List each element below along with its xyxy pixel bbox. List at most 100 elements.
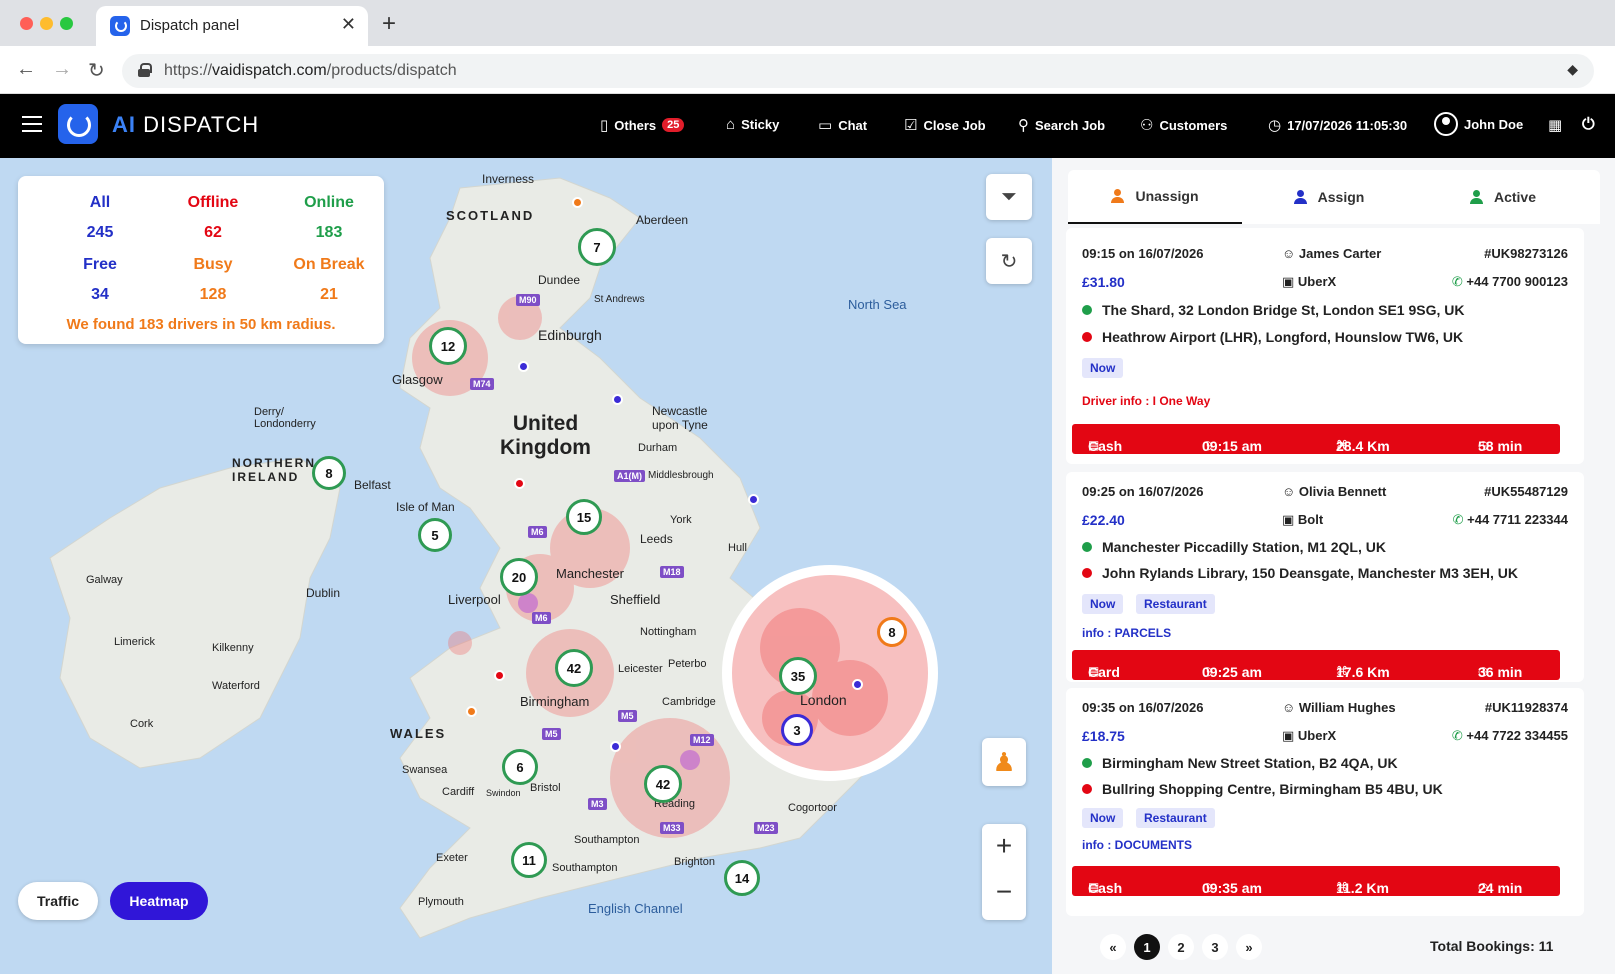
driver-marker[interactable] bbox=[466, 706, 477, 717]
driver-cluster[interactable]: 11 bbox=[511, 842, 547, 878]
tab-active[interactable]: Active bbox=[1416, 170, 1590, 224]
map-label-liverpool: Liverpool bbox=[448, 592, 501, 607]
road-m18: M18 bbox=[660, 566, 684, 578]
calculator-icon[interactable]: ▦ bbox=[1548, 116, 1562, 134]
map-label-isle-of-man: Isle of Man bbox=[396, 500, 455, 514]
driver-marker[interactable] bbox=[518, 361, 529, 372]
road-m90: M90 bbox=[516, 294, 540, 306]
driver-cluster-purple[interactable]: 3 bbox=[781, 714, 813, 746]
user-menu[interactable]: John Doe bbox=[1434, 112, 1523, 136]
booking-phone[interactable]: ✆ +44 7722 334455 bbox=[1452, 728, 1568, 744]
stat-online-label[interactable]: Online bbox=[274, 194, 384, 212]
stat-busy-label[interactable]: Busy bbox=[158, 256, 268, 274]
pagination-page-1[interactable]: 1 bbox=[1134, 934, 1160, 960]
driver-cluster-orange[interactable]: 8 bbox=[877, 617, 907, 647]
pagination-first-button[interactable]: « bbox=[1100, 934, 1126, 960]
person-icon: ☺ bbox=[1282, 484, 1299, 499]
menu-chat[interactable]: ▭ Chat bbox=[818, 116, 867, 134]
driver-cluster[interactable]: 20 bbox=[500, 558, 538, 596]
driver-cluster[interactable]: 6 bbox=[502, 749, 538, 785]
booking-phone[interactable]: ✆ +44 7700 900123 bbox=[1452, 274, 1568, 290]
stat-free-value: 34 bbox=[91, 286, 109, 303]
reload-icon[interactable]: ↻ bbox=[88, 58, 105, 83]
road-m23: M23 bbox=[754, 822, 778, 834]
minimize-window-button[interactable] bbox=[40, 17, 53, 30]
driver-cluster[interactable]: 42 bbox=[644, 765, 682, 803]
booking-phone[interactable]: ✆ +44 7711 223344 bbox=[1453, 512, 1568, 528]
map-label-wales: WALES bbox=[390, 726, 447, 741]
dropoff-dot-icon bbox=[1082, 568, 1092, 578]
app-favicon-icon bbox=[110, 16, 130, 36]
pagination-page-3[interactable]: 3 bbox=[1202, 934, 1228, 960]
map-view[interactable]: Inverness Aberdeen SCOTLAND Dundee St An… bbox=[0, 158, 1052, 974]
chat-bubble-icon: ▭ bbox=[818, 117, 833, 134]
filter-icon[interactable]: ⏷ bbox=[986, 174, 1032, 220]
booking-summary-bar: ▤ Card ◷ 09:25 am ⌘ 17.6 Km ◷ 36 min bbox=[1072, 650, 1560, 680]
map-label-north-sea: North Sea bbox=[848, 297, 907, 312]
lock-icon bbox=[138, 63, 152, 77]
stat-onbreak-label[interactable]: On Break bbox=[274, 256, 384, 274]
back-arrow-icon[interactable]: ← bbox=[16, 58, 36, 81]
map-label-middlesbrough: Middlesbrough bbox=[648, 470, 714, 481]
traffic-toggle-button[interactable]: Traffic bbox=[18, 882, 98, 920]
driver-cluster[interactable]: 42 bbox=[555, 649, 593, 687]
driver-cluster[interactable]: 35 bbox=[779, 657, 817, 695]
driver-marker[interactable] bbox=[514, 478, 525, 489]
url-field[interactable]: https://vaidispatch.com/products/dispatc… bbox=[122, 54, 1594, 88]
driver-cluster[interactable]: 14 bbox=[724, 860, 760, 896]
driver-cluster[interactable]: 15 bbox=[566, 499, 602, 535]
tab-unassign[interactable]: Unassign bbox=[1068, 170, 1242, 224]
zoom-in-icon[interactable]: + bbox=[982, 830, 1026, 862]
stat-free-label[interactable]: Free bbox=[45, 256, 155, 274]
driver-marker[interactable] bbox=[572, 197, 583, 208]
tab-assign[interactable]: Assign bbox=[1242, 170, 1416, 224]
driver-marker[interactable] bbox=[748, 494, 759, 505]
map-label-nottingham: Nottingham bbox=[640, 626, 697, 638]
street-view-pegman-icon[interactable]: ♟ bbox=[982, 738, 1026, 786]
driver-cluster[interactable]: 5 bbox=[418, 518, 452, 552]
browser-tab[interactable]: Dispatch panel ✕ bbox=[96, 6, 368, 46]
heatmap-toggle-button[interactable]: Heatmap bbox=[110, 882, 208, 920]
driver-marker[interactable] bbox=[494, 670, 505, 681]
maximize-window-button[interactable] bbox=[60, 17, 73, 30]
close-window-button[interactable] bbox=[20, 17, 33, 30]
driver-marker[interactable] bbox=[612, 394, 623, 405]
forward-arrow-icon[interactable]: → bbox=[52, 58, 72, 81]
tab-close-icon[interactable]: ✕ bbox=[341, 14, 356, 35]
refresh-icon[interactable]: ↻ bbox=[986, 238, 1032, 284]
map-label-united-kingdom: United Kingdom bbox=[500, 412, 591, 459]
pagination-last-button[interactable]: » bbox=[1236, 934, 1262, 960]
zoom-out-icon[interactable]: − bbox=[982, 876, 1026, 908]
clipboard-icon: ▯ bbox=[600, 117, 609, 134]
stat-all-value: 245 bbox=[86, 224, 114, 241]
power-icon[interactable]: ⏻ bbox=[1582, 116, 1595, 134]
booking-card[interactable]: 09:15 on 16/07/2026 ☺ James Carter #UK98… bbox=[1066, 228, 1584, 464]
map-label-plymouth: Plymouth bbox=[418, 896, 464, 908]
menu-others[interactable]: ▯ Others 25 bbox=[600, 116, 685, 134]
stat-all-label[interactable]: All bbox=[45, 194, 155, 212]
driver-marker[interactable] bbox=[852, 679, 863, 690]
extension-icon[interactable]: ◆ bbox=[1567, 61, 1578, 78]
driver-cluster[interactable]: 7 bbox=[578, 228, 616, 266]
pickup-address: Birmingham New Street Station, B2 4QA, U… bbox=[1082, 755, 1398, 771]
driver-cluster[interactable]: 8 bbox=[312, 456, 346, 490]
hamburger-menu-icon[interactable] bbox=[22, 116, 42, 132]
menu-close-job[interactable]: ☑ Close Job bbox=[904, 116, 986, 134]
menu-customers[interactable]: ⚇ Customers bbox=[1140, 116, 1227, 134]
tag-now: Now bbox=[1082, 594, 1124, 614]
stat-offline-label[interactable]: Offline bbox=[158, 194, 268, 212]
pagination-page-2[interactable]: 2 bbox=[1168, 934, 1194, 960]
driver-marker[interactable] bbox=[610, 741, 621, 752]
booking-card[interactable]: 09:35 on 16/07/2026 ☺ William Hughes #UK… bbox=[1066, 688, 1584, 916]
map-label-dublin: Dublin bbox=[306, 586, 341, 600]
menu-sticky[interactable]: ⌂ Sticky bbox=[726, 116, 779, 133]
menu-search-job[interactable]: ⚲ Search Job bbox=[1018, 116, 1105, 134]
driver-cluster[interactable]: 12 bbox=[429, 327, 467, 365]
tag-now: Now bbox=[1082, 808, 1124, 828]
new-tab-icon[interactable]: + bbox=[382, 10, 396, 38]
map-label-birmingham: Birmingham bbox=[520, 694, 590, 709]
map-label-southampton-north: Southampton bbox=[574, 834, 640, 846]
road-a1m: A1(M) bbox=[614, 470, 645, 482]
pickup-dot-icon bbox=[1082, 305, 1092, 315]
booking-card[interactable]: 09:25 on 16/07/2026 ☺ Olivia Bennett #UK… bbox=[1066, 472, 1584, 682]
